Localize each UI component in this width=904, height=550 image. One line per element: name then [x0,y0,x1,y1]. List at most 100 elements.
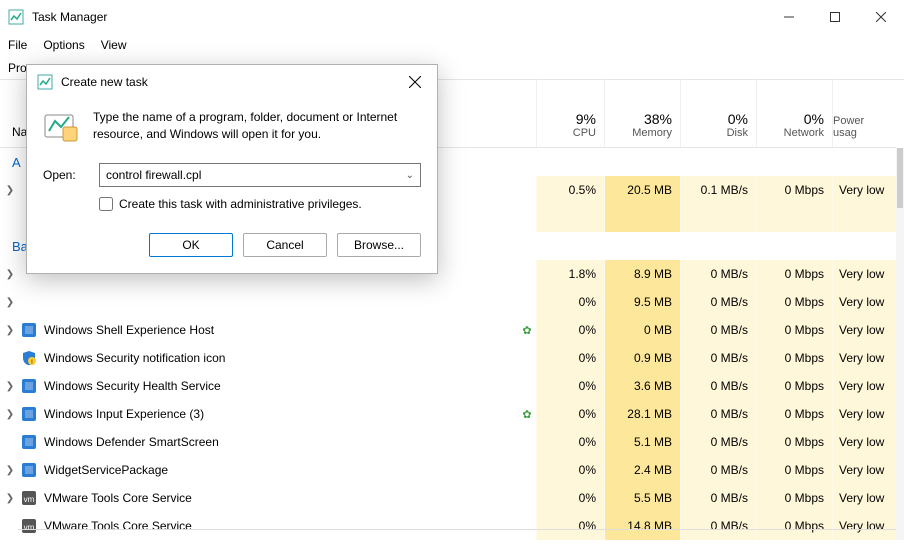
column-power[interactable]: Power usag [832,79,896,147]
table-row[interactable]: ❯0%9.5 MB0 MB/s0 MbpsVery low [0,288,896,316]
cell-disk: 0 MB/s [680,400,756,428]
cell-power: Very low [832,344,896,372]
column-network[interactable]: 0% Network [756,79,832,147]
maximize-button[interactable] [812,0,858,34]
process-name: VMware Tools Core Service [44,491,518,505]
cell-memory: 28.1 MB [604,400,680,428]
cell-network: 0 Mbps [756,260,832,288]
dialog-titlebar: Create new task [27,65,437,99]
cell-power: Very low [832,260,896,288]
cell-disk: 0.1 MB/s [680,176,756,204]
cell-disk: 0 MB/s [680,456,756,484]
cell-network: 0 Mbps [756,400,832,428]
cell-network: 0 Mbps [756,344,832,372]
cell-disk: 0 MB/s [680,288,756,316]
scrollbar-thumb[interactable] [897,148,903,208]
cell-memory: 8.9 MB [604,260,680,288]
cell-cpu: 0% [536,512,604,540]
expand-icon[interactable]: ❯ [0,269,20,280]
cell-network: 0 Mbps [756,428,832,456]
table-row[interactable]: ❯WidgetServicePackage0%2.4 MB0 MB/s0 Mbp… [0,456,896,484]
cell-power: Very low [832,176,896,204]
cell-memory: 14.8 MB [604,512,680,540]
cell-cpu: 0% [536,456,604,484]
expand-icon[interactable]: ❯ [0,185,20,196]
window-title: Task Manager [32,10,107,24]
cell-disk: 0 MB/s [680,344,756,372]
cell-power: Very low [832,456,896,484]
cell-memory: 0 MB [604,316,680,344]
cell-memory: 2.4 MB [604,456,680,484]
open-combobox[interactable]: control firewall.cpl ⌄ [99,163,421,187]
process-icon [20,461,38,479]
cell-cpu: 0% [536,316,604,344]
cell-cpu: 0.5% [536,176,604,204]
dialog-close-button[interactable] [393,65,437,99]
open-label: Open: [43,168,87,182]
cell-memory: 3.6 MB [604,372,680,400]
table-row[interactable]: Windows Defender SmartScreen0%5.1 MB0 MB… [0,428,896,456]
cell-disk: 0 MB/s [680,484,756,512]
column-memory[interactable]: 38% Memory [604,79,680,147]
process-icon [20,433,38,451]
scrollbar[interactable] [896,148,904,540]
cell-network: 0 Mbps [756,176,832,204]
cell-power: Very low [832,400,896,428]
menu-file[interactable]: File [8,38,27,52]
table-row[interactable]: ❯Windows Input Experience (3)✿0%28.1 MB0… [0,400,896,428]
leaf-icon: ✿ [518,324,536,337]
expand-icon[interactable]: ❯ [0,409,20,420]
process-icon: vm [20,489,38,507]
column-cpu[interactable]: 9% CPU [536,79,604,147]
cell-cpu: 0% [536,400,604,428]
process-name: Windows Shell Experience Host [44,323,518,337]
table-row[interactable]: vmVMware Tools Core Service0%14.8 MB0 MB… [0,512,896,540]
table-row[interactable]: ❯vmVMware Tools Core Service0%5.5 MB0 MB… [0,484,896,512]
cell-cpu: 0% [536,288,604,316]
column-disk[interactable]: 0% Disk [680,79,756,147]
cell-cpu: 1.8% [536,260,604,288]
minimize-button[interactable] [766,0,812,34]
menu-options[interactable]: Options [43,38,84,52]
app-icon [8,9,24,25]
open-value: control firewall.cpl [106,168,201,182]
cell-cpu: 0% [536,484,604,512]
admin-label: Create this task with administrative pri… [119,197,362,211]
process-name: Windows Security Health Service [44,379,518,393]
leaf-icon: ✿ [518,408,536,421]
cell-memory: 9.5 MB [604,288,680,316]
cell-disk: 0 MB/s [680,316,756,344]
cell-disk: 0 MB/s [680,512,756,540]
dialog-icon [37,74,53,90]
expand-icon[interactable]: ❯ [0,493,20,504]
expand-icon[interactable]: ❯ [0,465,20,476]
cell-power: Very low [832,372,896,400]
chevron-down-icon: ⌄ [406,170,414,181]
cell-memory: 0.9 MB [604,344,680,372]
window-buttons [766,0,904,34]
expand-icon[interactable]: ❯ [0,325,20,336]
menu-view[interactable]: View [101,38,127,52]
tab-processes[interactable]: Pro [8,61,27,75]
table-row[interactable]: ❯ Windows Security Health Service 0%3.6 MB… [0,372,896,400]
ok-button[interactable]: OK [149,233,233,257]
cell-memory: 5.1 MB [604,428,680,456]
close-button[interactable] [858,0,904,34]
cell-power: Very low [832,484,896,512]
cancel-button[interactable]: Cancel [243,233,327,257]
cell-cpu: 0% [536,372,604,400]
process-icon: ! [20,349,38,367]
cell-cpu: 0% [536,428,604,456]
cell-memory: 20.5 MB [604,176,680,204]
expand-icon[interactable]: ❯ [0,381,20,392]
process-name: VMware Tools Core Service [44,519,518,533]
cell-power: Very low [832,288,896,316]
table-row[interactable]: ❯ Windows Shell Experience Host✿0%0 MB0 M… [0,316,896,344]
process-icon [20,405,38,423]
admin-checkbox[interactable] [99,197,113,211]
table-row[interactable]: !Windows Security notification icon0%0.9… [0,344,896,372]
process-icon [20,377,38,395]
expand-icon[interactable]: ❯ [0,297,20,308]
cell-power: Very low [832,428,896,456]
browse-button[interactable]: Browse... [337,233,421,257]
